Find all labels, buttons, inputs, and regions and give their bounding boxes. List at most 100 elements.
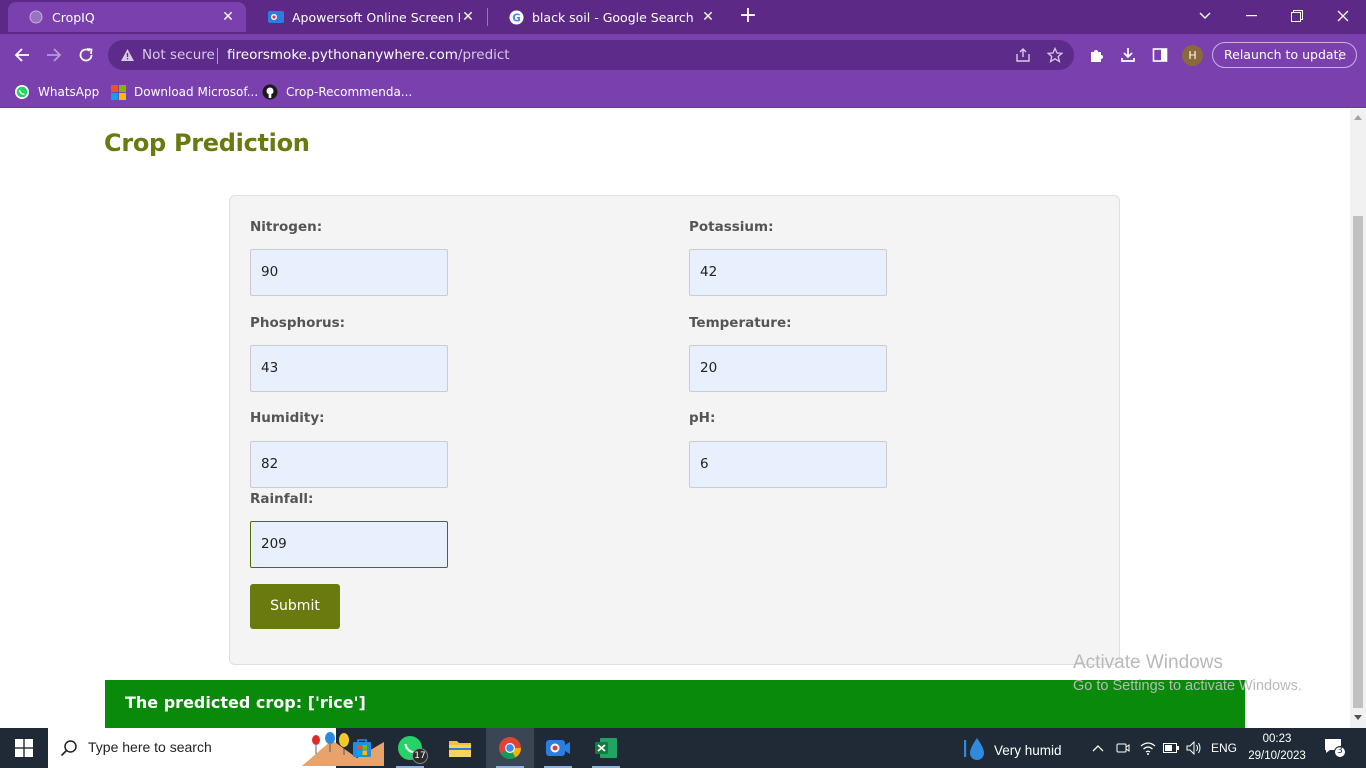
url-path: /predict <box>457 47 510 63</box>
whatsapp-icon <box>14 84 30 100</box>
google-icon: G <box>508 9 524 25</box>
reload-button[interactable] <box>73 42 99 68</box>
scroll-up-arrow[interactable] <box>1354 115 1362 120</box>
tab-apowersoft[interactable]: Apowersoft Online Screen Recor ✕ <box>248 2 486 32</box>
tab-title: black soil - Google Search <box>532 9 694 25</box>
share-icon[interactable] <box>1014 46 1032 64</box>
arrow-right-icon <box>47 48 62 62</box>
divider <box>217 48 218 64</box>
url-text[interactable]: fireorsmoke.pythonanywhere.com/predict <box>227 47 510 63</box>
potassium-input[interactable]: 42 <box>689 249 887 296</box>
bookmark-label: Crop-Recommenda... <box>286 85 413 99</box>
language-indicator[interactable]: ENG <box>1208 740 1240 756</box>
relaunch-button[interactable]: Relaunch to update ⋮ <box>1212 42 1357 68</box>
profile-avatar[interactable]: H <box>1182 45 1203 66</box>
tab-title: CropIQ <box>52 9 95 25</box>
close-icon[interactable]: ✕ <box>220 9 236 25</box>
scroll-thumb[interactable] <box>1353 216 1363 708</box>
taskbar-search[interactable]: Type here to search <box>48 728 384 768</box>
start-button[interactable] <box>0 728 48 768</box>
github-icon <box>262 84 278 100</box>
forward-button[interactable] <box>41 42 67 68</box>
battery-icon[interactable] <box>1162 740 1180 756</box>
taskbar-store[interactable] <box>338 728 386 768</box>
watermark-title: Activate Windows <box>1073 652 1223 673</box>
close-window-button[interactable] <box>1320 0 1366 32</box>
tab-search-button[interactable] <box>1182 0 1228 32</box>
wifi-icon[interactable] <box>1139 740 1157 756</box>
bookmark-crop-recommendation[interactable]: Crop-Recommenda... <box>262 82 412 102</box>
prediction-form: Nitrogen: 90 Potassium: 42 Phosphorus: 4… <box>229 195 1120 665</box>
weather-widget[interactable]: Very humid <box>962 736 1062 765</box>
whatsapp-badge: 17 <box>412 748 428 764</box>
search-icon <box>60 739 78 761</box>
bookmarks-bar: WhatsApp Download Microsof... Crop-Recom… <box>0 76 1366 108</box>
browser-toolbar: Not secure fireorsmoke.pythonanywhere.co… <box>0 34 1366 76</box>
bookmark-microsoft[interactable]: Download Microsof... <box>110 82 258 102</box>
bookmark-label: Download Microsof... <box>134 85 259 99</box>
page-scrollbar[interactable] <box>1350 109 1366 728</box>
volume-icon[interactable] <box>1185 740 1203 756</box>
recorder-icon <box>546 740 570 756</box>
page-title: Crop Prediction <box>104 129 310 157</box>
side-panel-icon[interactable] <box>1150 45 1170 65</box>
back-button[interactable] <box>9 42 35 68</box>
relaunch-label: Relaunch to update <box>1224 47 1347 62</box>
store-icon <box>353 739 371 757</box>
humidity-input[interactable]: 82 <box>250 441 448 488</box>
ph-input[interactable]: 6 <box>689 441 887 488</box>
chevron-down-icon <box>1199 12 1211 19</box>
scroll-down-arrow[interactable] <box>1354 715 1362 720</box>
taskbar-file-explorer[interactable] <box>436 728 484 768</box>
meet-now-icon[interactable] <box>1114 740 1132 756</box>
notification-count: 3 <box>1337 746 1343 756</box>
activation-watermark: Activate Windows Go to Settings to activ… <box>1073 652 1302 694</box>
search-placeholder: Type here to search <box>88 739 212 755</box>
nitrogen-input[interactable]: 90 <box>250 249 448 296</box>
download-icon[interactable] <box>1118 45 1138 65</box>
nitrogen-label: Nitrogen: <box>250 219 323 235</box>
notification-center-button[interactable]: 3 <box>1324 738 1346 758</box>
warning-icon[interactable] <box>120 47 135 66</box>
clock-time: 00:23 <box>1262 733 1292 745</box>
phosphorus-label: Phosphorus: <box>250 315 346 331</box>
tab-strip: CropIQ ✕ Apowersoft Online Screen Recor … <box>0 0 1366 34</box>
water-drop-icon <box>962 736 986 765</box>
tab-cropiq[interactable]: CropIQ ✕ <box>8 2 246 32</box>
extensions-icon[interactable] <box>1086 45 1106 65</box>
more-vert-icon[interactable]: ⋮ <box>1334 43 1347 67</box>
address-bar[interactable]: Not secure fireorsmoke.pythonanywhere.co… <box>108 40 1074 70</box>
close-icon[interactable]: ✕ <box>460 9 476 25</box>
bookmark-whatsapp[interactable]: WhatsApp <box>14 82 99 102</box>
tab-title: Apowersoft Online Screen Recor <box>292 9 460 25</box>
chevron-up-icon[interactable] <box>1090 740 1106 756</box>
restore-button[interactable] <box>1274 0 1320 32</box>
clock[interactable]: 00:23 29/10/2023 <box>1240 731 1314 765</box>
reload-icon <box>79 48 93 62</box>
temperature-label: Temperature: <box>689 315 792 331</box>
potassium-label: Potassium: <box>689 219 774 235</box>
phosphorus-input[interactable]: 43 <box>250 345 448 392</box>
humidity-label: Humidity: <box>250 410 325 426</box>
rainfall-input[interactable]: 209 <box>250 521 448 568</box>
clock-date: 29/10/2023 <box>1248 750 1306 762</box>
new-tab-button[interactable]: + <box>736 5 760 29</box>
taskbar-excel[interactable] <box>582 728 630 768</box>
windows-icon <box>15 739 33 757</box>
taskbar-chrome[interactable] <box>486 728 534 768</box>
submit-button[interactable]: Submit <box>250 584 340 629</box>
minimize-button[interactable] <box>1228 0 1274 32</box>
tab-google-search[interactable]: G black soil - Google Search ✕ <box>488 2 726 32</box>
folder-icon <box>449 741 471 757</box>
bookmark-star-icon[interactable] <box>1046 46 1064 64</box>
svg-text:G: G <box>512 12 520 24</box>
taskbar-recorder[interactable] <box>534 728 582 768</box>
windows-taskbar: Type here to search 17 Very humid ENG 00… <box>0 728 1366 768</box>
security-label[interactable]: Not secure <box>142 47 215 63</box>
recorder-icon <box>268 9 284 25</box>
taskbar-whatsapp[interactable]: 17 <box>386 728 434 768</box>
close-icon[interactable]: ✕ <box>700 9 716 25</box>
globe-icon <box>28 9 44 25</box>
temperature-input[interactable]: 20 <box>689 345 887 392</box>
url-host: fireorsmoke.pythonanywhere.com <box>227 47 458 63</box>
